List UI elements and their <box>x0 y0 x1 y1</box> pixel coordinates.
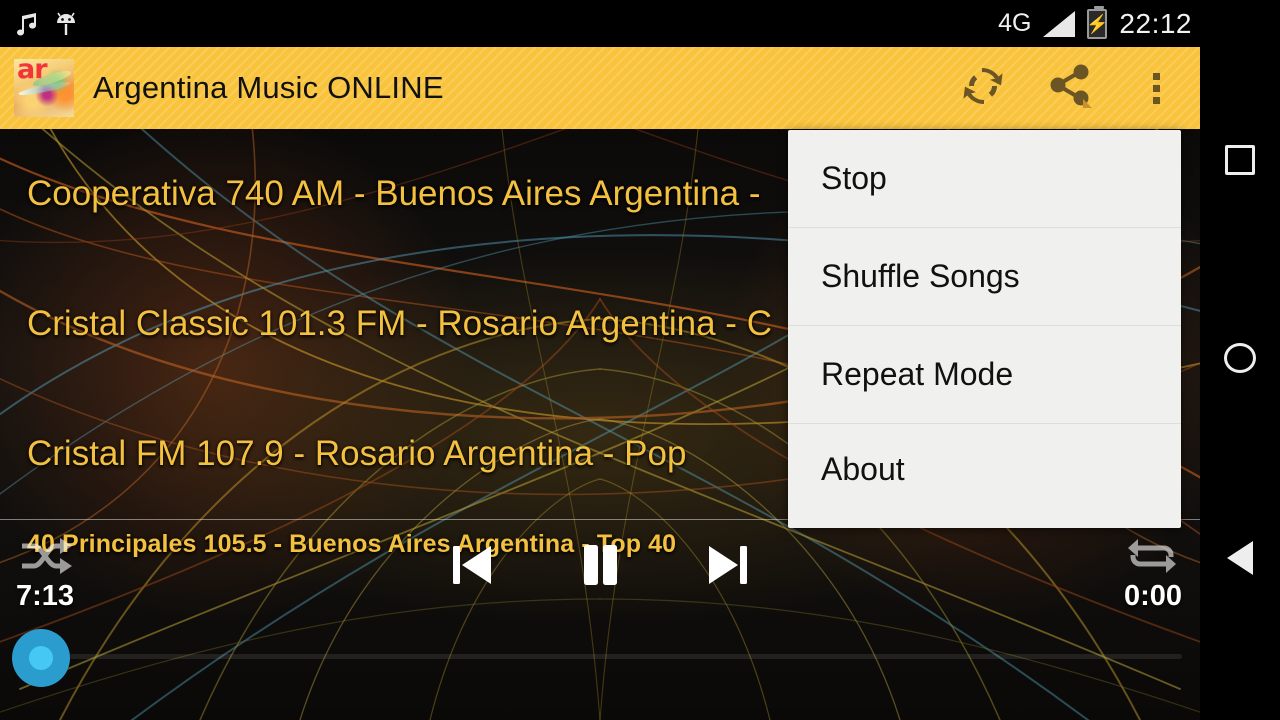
refresh-icon <box>957 60 1009 117</box>
refresh-button[interactable] <box>939 47 1026 129</box>
network-type-label: 4G <box>998 9 1032 37</box>
previous-button[interactable] <box>442 537 502 597</box>
navigation-bar <box>1200 0 1280 720</box>
action-bar: ar Argentina Music ONLINE <box>0 47 1200 129</box>
pause-icon <box>577 541 623 594</box>
action-bar-buttons <box>939 47 1200 129</box>
app-icon: ar <box>14 59 74 117</box>
app-icon-label: ar <box>17 59 48 85</box>
signal-bars-icon <box>1043 10 1076 37</box>
play-pause-button[interactable] <box>570 537 630 597</box>
status-bar-system: 4G ⚡ 22:12 <box>998 0 1192 47</box>
seek-track[interactable] <box>18 654 1182 659</box>
menu-item-about[interactable]: About <box>788 424 1181 514</box>
battery-charging-icon: ⚡ <box>1086 5 1109 39</box>
overflow-button[interactable] <box>1113 47 1200 129</box>
home-button[interactable] <box>1200 318 1280 398</box>
skip-next-icon <box>705 541 751 594</box>
elapsed-time: 7:13 <box>16 580 75 612</box>
transport-controls <box>0 528 1200 606</box>
menu-item-repeat-mode[interactable]: Repeat Mode <box>788 326 1181 424</box>
total-time: 0:00 <box>1123 580 1182 612</box>
seek-thumb[interactable] <box>12 629 70 687</box>
home-circle-icon <box>1224 343 1256 373</box>
overflow-menu: Stop Shuffle Songs Repeat Mode About <box>788 130 1181 528</box>
seek-bar[interactable] <box>0 612 1200 720</box>
overflow-menu-icon <box>1153 72 1160 104</box>
menu-item-stop[interactable]: Stop <box>788 130 1181 228</box>
back-triangle-icon <box>1227 541 1253 575</box>
status-bar-clock: 22:12 <box>1119 7 1192 39</box>
menu-item-shuffle-songs[interactable]: Shuffle Songs <box>788 228 1181 326</box>
share-button[interactable] <box>1026 47 1113 129</box>
skip-previous-icon <box>449 541 495 594</box>
next-button[interactable] <box>698 537 758 597</box>
music-note-icon <box>14 10 40 38</box>
app-title: Argentina Music ONLINE <box>93 70 444 105</box>
recents-button[interactable] <box>1200 120 1280 200</box>
player-controls: 7:13 0:00 <box>0 528 1200 720</box>
status-bar-notifications <box>14 0 78 47</box>
status-bar: 4G ⚡ 22:12 <box>0 0 1280 47</box>
share-icon <box>1043 59 1097 118</box>
phone-screen: 4G ⚡ 22:12 ar Argentina Music ONLINE Coo… <box>0 0 1280 720</box>
android-robot-icon <box>54 9 78 39</box>
back-button[interactable] <box>1200 518 1280 598</box>
recents-square-icon <box>1225 145 1255 175</box>
